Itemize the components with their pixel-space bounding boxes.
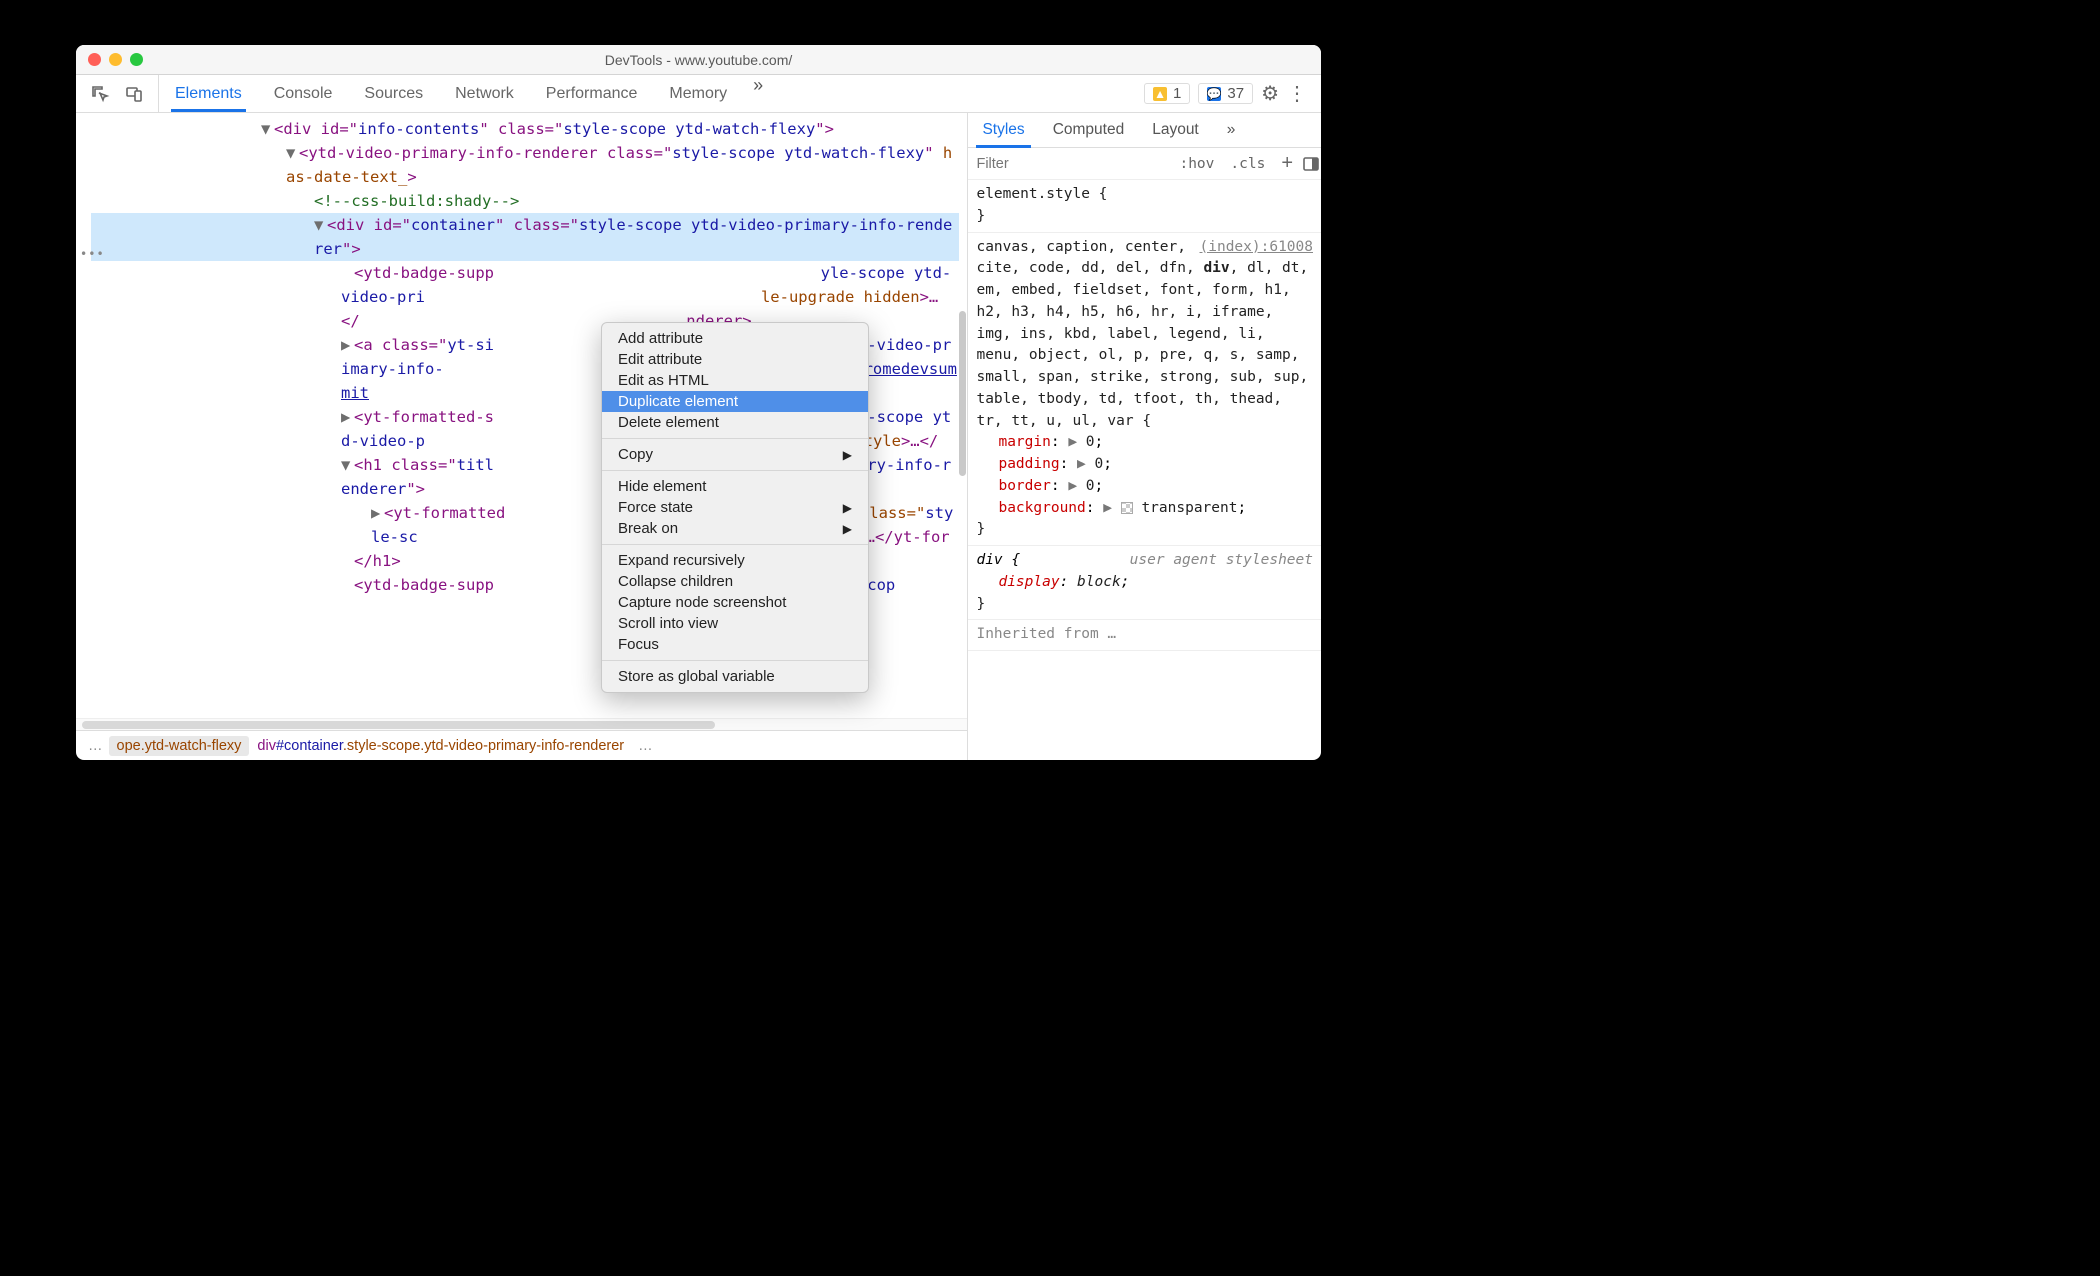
tab-layout[interactable]: Layout [1138,113,1213,147]
tabs-overflow-icon[interactable]: » [1213,113,1250,147]
styles-toolbar: :hov .cls + [968,148,1321,180]
tab-computed[interactable]: Computed [1039,113,1139,147]
crumb-overflow-left[interactable]: … [82,738,109,754]
tabs-overflow-icon[interactable]: » [743,75,773,112]
stylesheet-link[interactable]: (index):61008 [1200,237,1314,259]
minimize-icon[interactable] [109,53,122,66]
gutter-overflow-icon: ••• [80,245,105,264]
context-menu-item[interactable]: Store as global variable [602,666,868,687]
crumb-overflow-right[interactable]: … [632,738,659,754]
window-traffic-lights [88,53,143,66]
context-menu-label: Focus [618,636,659,653]
crumb-item[interactable]: ope.ytd-watch-flexy [109,736,250,756]
style-block-element[interactable]: element.style { } [968,180,1321,233]
context-menu-item[interactable]: Duplicate element [602,391,868,412]
style-block-reset[interactable]: (index):61008 canvas, caption, center, c… [968,233,1321,547]
new-rule-button[interactable]: + [1273,152,1301,175]
devtools-window: DevTools - www.youtube.com/ Elements Con… [76,45,1321,760]
device-toggle-icon[interactable] [124,84,144,104]
context-menu-item[interactable]: Collapse children [602,571,868,592]
context-menu-label: Edit as HTML [618,372,709,389]
message-icon: 💬 [1207,87,1221,101]
messages-count: 37 [1227,85,1244,102]
submenu-arrow-icon: ▶ [843,522,852,536]
context-menu-item[interactable]: Expand recursively [602,550,868,571]
context-menu-label: Capture node screenshot [618,594,786,611]
context-menu-label: Duplicate element [618,393,738,410]
settings-icon[interactable]: ⚙ [1261,81,1279,106]
styles-tabs: Styles Computed Layout » [968,113,1321,148]
context-menu-label: Store as global variable [618,668,775,685]
context-menu-label: Scroll into view [618,615,718,632]
tab-console[interactable]: Console [258,75,349,112]
context-menu-item[interactable]: Hide element [602,476,868,497]
zoom-icon[interactable] [130,53,143,66]
context-menu-item[interactable]: Scroll into view [602,613,868,634]
dom-node[interactable]: ▼<ytd-video-primary-info-renderer class=… [91,141,959,189]
more-icon[interactable]: ⋮ [1287,81,1307,106]
style-block-ua[interactable]: user agent stylesheet div { display: blo… [968,546,1321,620]
tab-sources[interactable]: Sources [348,75,439,112]
tab-styles[interactable]: Styles [968,113,1038,147]
submenu-arrow-icon: ▶ [843,501,852,515]
context-menu-item[interactable]: Edit attribute [602,349,868,370]
dom-comment[interactable]: <!--css-build:shady--> [91,189,959,213]
context-menu-label: Add attribute [618,330,703,347]
context-menu-label: Edit attribute [618,351,702,368]
ua-label: user agent stylesheet [1130,550,1313,572]
tab-elements[interactable]: Elements [159,75,258,112]
warning-icon: ▲ [1153,87,1167,101]
window-title: DevTools - www.youtube.com/ [76,52,1321,68]
horizontal-scrollbar[interactable] [76,718,967,730]
tab-performance[interactable]: Performance [530,75,654,112]
window-titlebar: DevTools - www.youtube.com/ [76,45,1321,75]
context-menu-label: Expand recursively [618,552,745,569]
toolbar-left [76,75,159,112]
warnings-badge[interactable]: ▲ 1 [1144,83,1190,104]
breadcrumb: … ope.ytd-watch-flexy div#container.styl… [76,730,967,760]
messages-badge[interactable]: 💬 37 [1198,83,1253,104]
dom-node-selected[interactable]: ▼<div id="container" class="style-scope … [91,213,959,261]
hov-button[interactable]: :hov [1171,156,1222,172]
context-menu-label: Collapse children [618,573,733,590]
context-menu-item[interactable]: Focus [602,634,868,655]
context-menu-separator [602,438,868,439]
styles-filter-input[interactable] [968,156,1171,172]
context-menu-item[interactable]: Copy ▶ [602,444,868,465]
context-menu-separator [602,660,868,661]
crumb-item-active[interactable]: div#container.style-scope.ytd-video-prim… [249,736,632,756]
tab-network[interactable]: Network [439,75,530,112]
styles-list[interactable]: element.style { } (index):61008 canvas, … [968,180,1321,760]
context-menu-item[interactable]: Add attribute [602,328,868,349]
inspect-icon[interactable] [90,84,110,104]
styles-panel: Styles Computed Layout » :hov .cls + ele… [967,113,1321,760]
inherited-label: Inherited from … [968,620,1321,651]
toolbar-right: ▲ 1 💬 37 ⚙ ⋮ [1144,75,1321,112]
tab-memory[interactable]: Memory [653,75,743,112]
close-icon[interactable] [88,53,101,66]
devtools-toolbar: Elements Console Sources Network Perform… [76,75,1321,113]
panel-tabs: Elements Console Sources Network Perform… [159,75,773,112]
context-menu-separator [602,470,868,471]
warnings-count: 1 [1173,85,1181,102]
context-menu-label: Force state [618,499,693,516]
context-menu-item[interactable]: Capture node screenshot [602,592,868,613]
context-menu-label: Delete element [618,414,719,431]
context-menu-label: Copy [618,446,653,463]
cls-button[interactable]: .cls [1222,156,1273,172]
dom-node[interactable]: ▼<div id="info-contents" class="style-sc… [91,117,959,141]
context-menu-label: Break on [618,520,678,537]
context-menu-item[interactable]: Break on ▶ [602,518,868,539]
context-menu-label: Hide element [618,478,706,495]
context-menu-item[interactable]: Delete element [602,412,868,433]
vertical-scrollbar[interactable] [958,181,967,674]
toggle-drawer-icon[interactable] [1301,154,1321,174]
context-menu-separator [602,544,868,545]
context-menu: Add attribute Edit attribute Edit as HTML D… [601,322,869,693]
context-menu-item[interactable]: Force state ▶ [602,497,868,518]
submenu-arrow-icon: ▶ [843,448,852,462]
context-menu-item[interactable]: Edit as HTML [602,370,868,391]
